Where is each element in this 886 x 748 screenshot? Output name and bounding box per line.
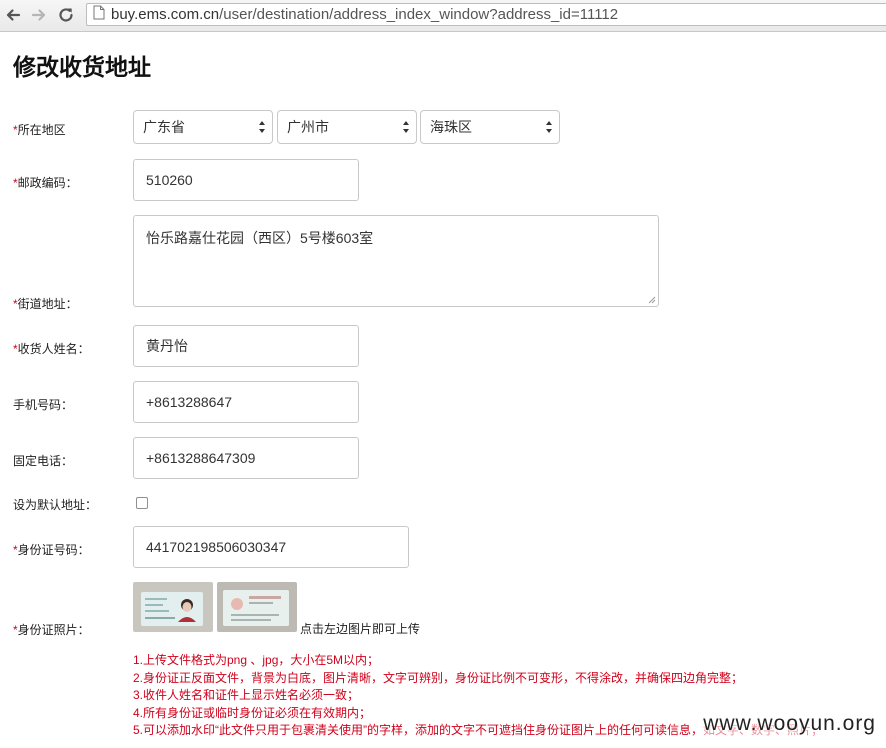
phone-input[interactable]: +8613288647309 — [133, 437, 359, 479]
upload-hint: 点击左边图片即可上传 — [300, 622, 421, 636]
district-value: 海珠区 — [430, 119, 472, 135]
page-icon — [93, 5, 105, 25]
id-photo-label-text: 身份证照片： — [17, 623, 90, 637]
note-item: 2.身份证正反面文件，背景为白底，图片清晰，文字可辨别，身份证比例不可变形，不得… — [133, 670, 744, 685]
default-address-label: 设为默认地址： — [13, 498, 98, 512]
id-card-front-image — [133, 582, 213, 632]
id-card-back-image — [217, 582, 297, 632]
street-textarea[interactable]: 怡乐路嘉仕花园（西区）5号楼603室 — [133, 215, 659, 307]
note-item: 3.收件人姓名和证件上显示姓名必须一致； — [133, 688, 360, 702]
reload-icon[interactable] — [55, 4, 77, 26]
select-arrow-icon — [546, 121, 552, 133]
address-bar[interactable]: buy.ems.com.cn/user/destination/address_… — [86, 3, 886, 26]
back-icon[interactable] — [2, 4, 24, 26]
resize-grip-icon[interactable] — [647, 295, 656, 304]
receiver-value: 黄丹怡 — [146, 338, 188, 354]
mobile-value: +8613288647 — [146, 394, 233, 410]
phone-label: 固定电话： — [13, 454, 74, 468]
url-host: buy.ems.com.cn — [111, 6, 220, 23]
default-address-checkbox[interactable] — [136, 497, 148, 509]
id-number-label-text: 身份证号码： — [17, 543, 90, 557]
receiver-input[interactable]: 黄丹怡 — [133, 325, 359, 367]
postcode-label-text: 邮政编码： — [17, 176, 78, 190]
postcode-value: 510260 — [146, 172, 193, 188]
street-label: *街道地址： — [13, 295, 78, 312]
watermark: www.wooyun.org — [703, 712, 876, 736]
city-select[interactable]: 广州市 — [277, 110, 417, 144]
select-arrow-icon — [259, 121, 265, 133]
city-value: 广州市 — [287, 119, 329, 135]
id-number-label: *身份证号码： — [13, 541, 90, 558]
url-text: buy.ems.com.cn/user/destination/address_… — [111, 6, 618, 23]
page-title: 修改收货地址 — [13, 55, 151, 81]
receiver-label-text: 收货人姓名： — [17, 342, 90, 356]
id-number-input[interactable]: 441702198506030347 — [133, 526, 409, 568]
province-value: 广东省 — [143, 119, 185, 135]
postcode-label: *邮政编码： — [13, 174, 78, 191]
id-photo-label: *身份证照片： — [13, 621, 90, 638]
mobile-input[interactable]: +8613288647 — [133, 381, 359, 423]
street-value: 怡乐路嘉仕花园（西区）5号楼603室 — [146, 230, 374, 246]
region-label: *所在地区 — [13, 121, 66, 138]
district-select[interactable]: 海珠区 — [420, 110, 560, 144]
select-arrow-icon — [403, 121, 409, 133]
id-card-back-upload[interactable] — [217, 582, 297, 632]
forward-icon[interactable] — [28, 4, 50, 26]
url-path: /user/destination/address_index_window?a… — [219, 6, 619, 23]
province-select[interactable]: 广东省 — [133, 110, 273, 144]
receiver-label: *收货人姓名： — [13, 340, 90, 357]
street-label-text: 街道地址： — [17, 297, 78, 311]
id-number-value: 441702198506030347 — [146, 539, 287, 555]
region-label-text: 所在地区 — [17, 123, 66, 137]
browser-toolbar: buy.ems.com.cn/user/destination/address_… — [0, 0, 886, 32]
postcode-input[interactable]: 510260 — [133, 159, 359, 201]
note-item: 1.上传文件格式为png 、jpg，大小在5M以内； — [133, 653, 380, 667]
mobile-label: 手机号码： — [13, 398, 74, 412]
id-card-front-upload[interactable] — [133, 582, 213, 632]
phone-value: +8613288647309 — [146, 450, 256, 466]
